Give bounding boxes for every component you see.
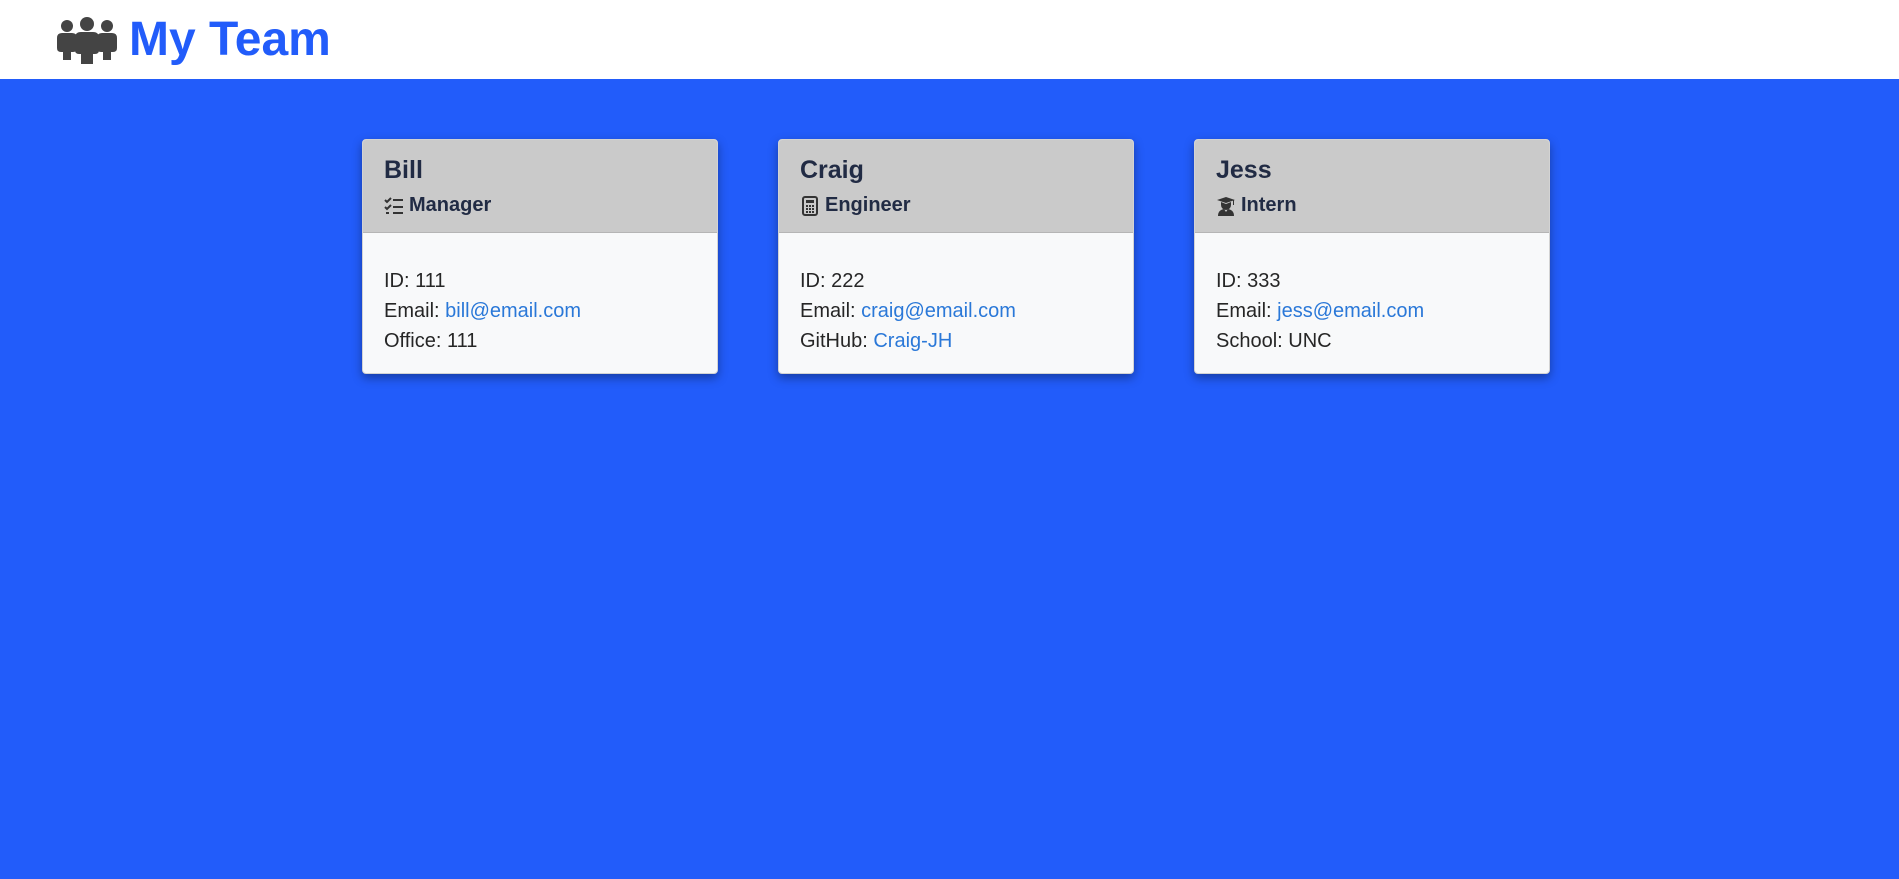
- email-link[interactable]: bill@email.com: [445, 300, 581, 322]
- app-header: My Team: [0, 0, 1899, 79]
- email-link[interactable]: jess@email.com: [1277, 300, 1424, 322]
- employee-role: Engineer: [800, 194, 1112, 217]
- employee-email-row: Email: bill@email.com: [384, 296, 696, 326]
- card-body: ID: 222 Email: craig@email.com GitHub: C…: [779, 233, 1133, 356]
- task-list-icon: [384, 196, 403, 214]
- employee-id: ID: 333: [1216, 270, 1281, 292]
- email-label: Email:: [384, 300, 446, 322]
- employee-card: Jess Intern ID: 333 Email: jess@email.co…: [1194, 139, 1550, 374]
- employee-name: Bill: [384, 156, 423, 184]
- role-label: Engineer: [825, 194, 911, 216]
- employee-school: School: UNC: [1216, 330, 1332, 352]
- employee-role: Manager: [384, 194, 696, 217]
- graduate-icon: [1217, 196, 1235, 216]
- email-label: Email:: [1216, 300, 1278, 322]
- team-people-icon: [57, 16, 117, 64]
- email-label: Email:: [800, 300, 862, 322]
- employee-email-row: Email: craig@email.com: [800, 296, 1112, 326]
- card-header: Bill Manager: [363, 140, 717, 233]
- card-body: ID: 333 Email: jess@email.com School: UN…: [1195, 233, 1549, 356]
- email-link[interactable]: craig@email.com: [861, 300, 1016, 322]
- github-link[interactable]: Craig-JH: [873, 330, 952, 352]
- employee-id: ID: 222: [800, 270, 865, 292]
- calculator-icon: [802, 195, 818, 216]
- employee-name: Craig: [800, 156, 864, 184]
- card-header: Craig Engineer: [779, 140, 1133, 233]
- role-label: Manager: [409, 194, 492, 216]
- employee-role: Intern: [1216, 194, 1528, 217]
- employee-id: ID: 111: [384, 270, 446, 292]
- role-label: Intern: [1241, 194, 1297, 216]
- app-title: My Team: [129, 12, 331, 66]
- team-cards: Bill Manager ID: 111 Email: bill@email.c…: [362, 139, 1550, 374]
- employee-email-row: Email: jess@email.com: [1216, 296, 1528, 326]
- card-body: ID: 111 Email: bill@email.com Office: 11…: [363, 233, 717, 356]
- employee-github-row: GitHub: Craig-JH: [800, 326, 1112, 356]
- github-label: GitHub:: [800, 330, 874, 352]
- employee-card: Craig Engineer ID: 222 Email: craig@emai…: [778, 139, 1134, 374]
- employee-office: Office: 111: [384, 330, 478, 352]
- employee-name: Jess: [1216, 156, 1272, 184]
- card-header: Jess Intern: [1195, 140, 1549, 233]
- employee-card: Bill Manager ID: 111 Email: bill@email.c…: [362, 139, 718, 374]
